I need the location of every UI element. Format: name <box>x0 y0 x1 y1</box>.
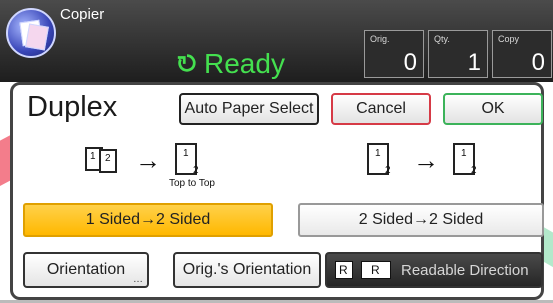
qty-counter: Qty. 1 <box>428 30 488 78</box>
orig-counter: Orig. 0 <box>364 30 424 78</box>
ok-button[interactable]: OK <box>443 93 543 125</box>
page-icon: 1 2 <box>175 143 199 176</box>
orig-orientation-button[interactable]: Orig.'s Orientation <box>173 252 321 288</box>
one-sided-to-two-sided-option[interactable]: 1 Sided→2 Sided <box>23 203 273 237</box>
auto-paper-select-button[interactable]: Auto Paper Select <box>179 93 319 125</box>
page-icon: 1 2 <box>367 143 391 176</box>
two-sided-to-two-sided-option[interactable]: 2 Sided→2 Sided <box>298 203 544 237</box>
right-arrow-icon: → <box>135 145 161 175</box>
header-bar: Copier Ready Orig. 0 Qty. 1 Copy 0 <box>0 0 553 82</box>
copier-screen: Copier Ready Orig. 0 Qty. 1 Copy 0 Duple… <box>0 0 553 303</box>
app-title: Copier <box>60 6 105 23</box>
readable-direction-icon: R <box>335 261 353 279</box>
readable-direction-icon: R <box>361 261 391 279</box>
copier-app-icon <box>6 8 56 58</box>
counter-value: 0 <box>531 49 545 76</box>
cancel-button[interactable]: Cancel <box>331 93 431 125</box>
counter-value: 1 <box>467 49 481 76</box>
orig-orientation-label: Orig.'s Orientation <box>182 261 312 278</box>
right-arrow-icon: → <box>413 145 439 175</box>
duplex-panel: Duplex Auto Paper Select Cancel OK 1 2 →… <box>10 82 544 300</box>
readable-direction-display: R R Readable Direction <box>325 252 543 288</box>
ready-status-icon <box>177 54 196 72</box>
counter-value: 0 <box>403 49 417 76</box>
counter-label: Copy <box>498 34 520 44</box>
readable-direction-label: Readable Direction <box>401 261 529 279</box>
counter-label: Orig. <box>370 34 390 44</box>
status-text: Ready <box>204 48 285 79</box>
orientation-button[interactable]: Orientation … <box>23 252 149 288</box>
page-icon: 2 <box>99 149 117 173</box>
copy-counter: Copy 0 <box>492 30 552 78</box>
page-title: Duplex <box>27 91 118 123</box>
page-icon: 1 2 <box>453 143 477 176</box>
more-indicator-icon: … <box>133 274 143 285</box>
orientation-row: Orientation … Orig.'s Orientation R R Re… <box>23 252 543 292</box>
counter-label: Qty. <box>434 34 450 44</box>
duplex-illustrations: 1 2 → 1 2 Top to Top 1 2 → 1 2 <box>13 135 547 205</box>
top-to-top-label: Top to Top <box>169 178 215 189</box>
document-icon <box>25 23 49 51</box>
orientation-label: Orientation <box>46 261 126 278</box>
